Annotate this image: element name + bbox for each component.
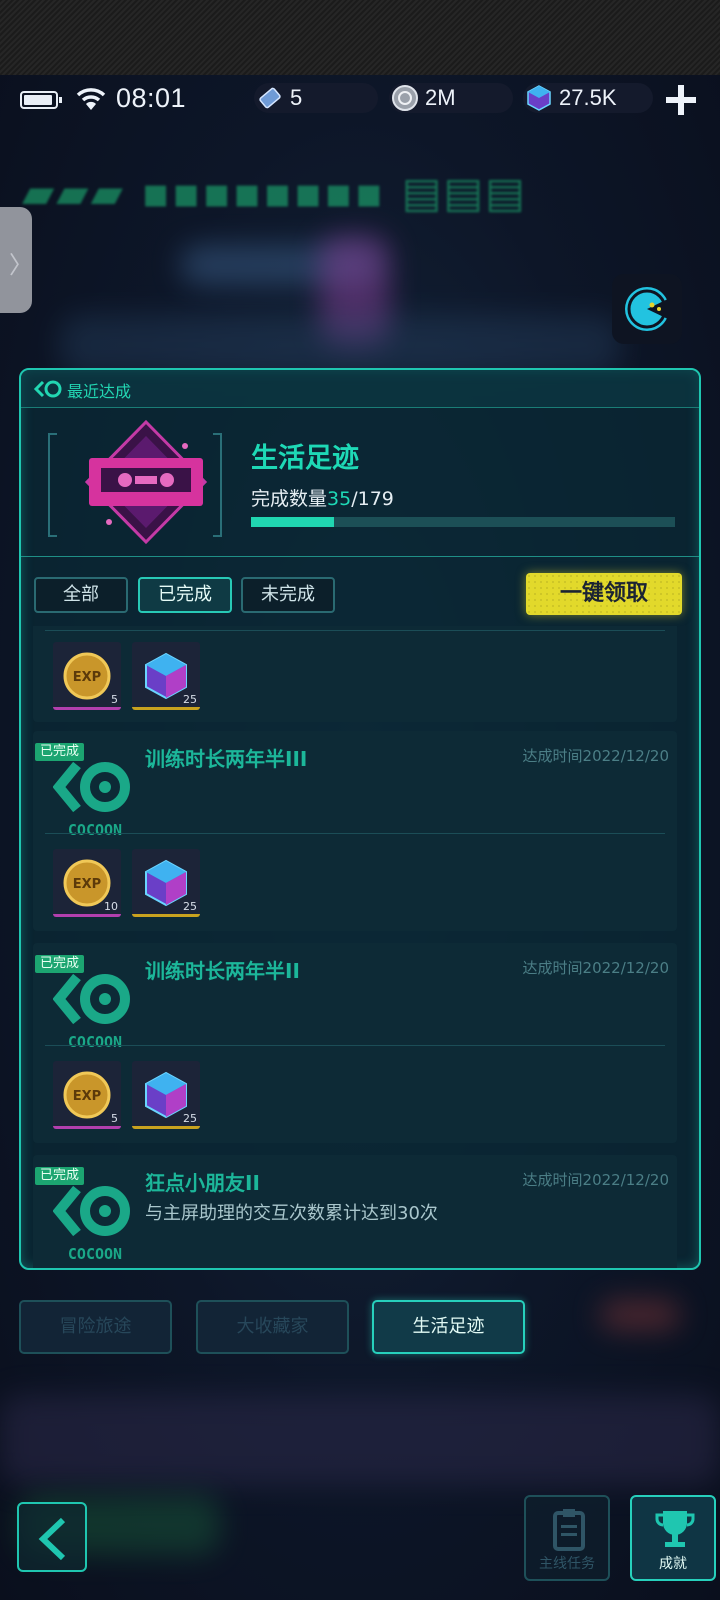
- svg-text:EXP: EXP: [73, 670, 101, 685]
- achieved-time: 达成时间2022/12/20: [522, 1171, 669, 1189]
- category-title: 生活足迹: [251, 443, 359, 474]
- svg-text:COCOON: COCOON: [68, 1245, 122, 1263]
- filter-all-button[interactable]: 全部: [34, 577, 128, 613]
- achievement-title: 训练时长两年半II: [145, 959, 300, 983]
- chevron-right-icon: 〉: [9, 251, 33, 279]
- achieved-time: 达成时间2022/12/20: [522, 747, 669, 765]
- top-overlay-strip: [0, 0, 720, 75]
- reward-qty: 10: [104, 900, 118, 913]
- battery-icon: [20, 91, 62, 109]
- wifi-icon: [76, 88, 106, 110]
- svg-text:COCOON: COCOON: [68, 821, 122, 839]
- count-label: 完成数量: [251, 488, 328, 510]
- main-quest-label: 主线任务: [539, 1556, 595, 1572]
- tickets-value: 5: [290, 85, 303, 110]
- completion-progress-bar: [251, 517, 675, 527]
- reward-exp[interactable]: EXP 5: [53, 1061, 121, 1129]
- achieved-time: 达成时间2022/12/20: [522, 959, 669, 977]
- resource-gems[interactable]: 27.5K: [523, 83, 653, 113]
- reward-exp[interactable]: EXP 10: [53, 849, 121, 917]
- achievement-card[interactable]: 已完成 COCOON 训练时长两年半II 达成时间2022/12/20 EXP …: [33, 943, 677, 1143]
- achievement-panel: 最近达成 生活足迹 完成数量35/179 全部 已完成 未完成 一键领取 EXP…: [19, 368, 701, 1270]
- filter-completed-button[interactable]: 已完成: [138, 577, 232, 613]
- count-done: 35: [327, 488, 352, 510]
- achievement-title: 狂点小朋友II: [145, 1171, 260, 1195]
- assistant-button[interactable]: [612, 274, 682, 344]
- reward-qty: 25: [183, 900, 197, 913]
- reward-gem[interactable]: 25: [132, 849, 200, 917]
- clipboard-icon: [553, 1509, 585, 1551]
- card-divider: [45, 630, 665, 631]
- background-title-decoration: ▰▰▰ ▪▪▪▪▪▪▪▪ ▤▤▤: [22, 168, 527, 217]
- exp-coin-icon: EXP: [63, 1071, 111, 1119]
- progress-fill: [251, 517, 335, 527]
- trophy-icon: [655, 1511, 695, 1547]
- reward-gem[interactable]: 25: [132, 1061, 200, 1129]
- reward-exp[interactable]: EXP 5: [53, 642, 121, 710]
- reward-qty: 25: [183, 1112, 197, 1125]
- cassette-badge-icon: [84, 419, 208, 545]
- tab-adventure[interactable]: 冒险旅途: [19, 1300, 172, 1354]
- ticket-icon: [259, 87, 281, 109]
- completed-tag: 已完成: [35, 955, 85, 973]
- reward-qty: 5: [111, 1112, 118, 1125]
- filter-incomplete-button[interactable]: 未完成: [241, 577, 335, 613]
- panel-header: 最近达成: [21, 370, 699, 408]
- completed-tag: 已完成: [35, 1167, 85, 1185]
- achievement-card[interactable]: 已完成 COCOON 训练时长两年半III 达成时间2022/12/20 EXP…: [33, 731, 677, 931]
- coin-icon: [392, 85, 418, 111]
- divider: [21, 556, 699, 557]
- reward-gem[interactable]: 25: [132, 642, 200, 710]
- achievements-button[interactable]: 成就: [630, 1495, 716, 1581]
- side-drawer-handle[interactable]: 〉: [0, 207, 33, 313]
- pacman-icon: [625, 287, 673, 331]
- count-total: /179: [351, 488, 394, 510]
- achievement-list[interactable]: EXP 5 25 已完成 COCOON 训练时长两年半III 达成时间2022/…: [33, 626, 677, 1268]
- svg-text:EXP: EXP: [73, 877, 101, 892]
- header-logo-icon: [33, 380, 62, 398]
- reward-qty: 25: [183, 693, 197, 706]
- resource-coins[interactable]: 2M: [389, 83, 513, 113]
- exp-coin-icon: EXP: [63, 652, 111, 700]
- resource-tickets[interactable]: 5: [254, 83, 378, 113]
- achievement-description: 与主屏助理的交互次数累计达到30次: [145, 1203, 438, 1224]
- svg-text:EXP: EXP: [73, 1089, 101, 1104]
- claim-all-button[interactable]: 一键领取: [526, 573, 682, 615]
- completion-count: 完成数量35/179: [251, 484, 394, 511]
- cocoon-logo-icon: COCOON: [53, 761, 130, 839]
- achievement-title: 训练时长两年半III: [145, 747, 308, 771]
- back-button[interactable]: [17, 1502, 87, 1572]
- cocoon-logo-icon: COCOON: [53, 1185, 130, 1263]
- cube-gem-icon: [527, 85, 551, 111]
- coins-value: 2M: [425, 85, 456, 110]
- achievement-card-partial: EXP 5 25: [33, 626, 677, 722]
- reward-qty: 5: [111, 693, 118, 706]
- add-resource-button[interactable]: [661, 80, 701, 120]
- recent-achieved-label: 最近达成: [67, 382, 132, 401]
- tab-life-footprint[interactable]: 生活足迹: [372, 1300, 525, 1354]
- completed-tag: 已完成: [35, 743, 85, 761]
- svg-text:COCOON: COCOON: [68, 1033, 122, 1051]
- card-divider: [45, 833, 665, 834]
- main-quest-button[interactable]: 主线任务: [524, 1495, 610, 1581]
- cocoon-logo-icon: COCOON: [53, 973, 130, 1051]
- gems-value: 27.5K: [559, 85, 617, 110]
- tab-collector[interactable]: 大收藏家: [196, 1300, 349, 1354]
- card-divider: [45, 1045, 665, 1046]
- achievements-label: 成就: [659, 1556, 687, 1572]
- achievement-card[interactable]: 已完成 COCOON 狂点小朋友II 与主屏助理的交互次数累计达到30次 达成时…: [33, 1155, 677, 1268]
- chevron-left-icon: [38, 1517, 66, 1561]
- clock: 08:01: [116, 83, 187, 113]
